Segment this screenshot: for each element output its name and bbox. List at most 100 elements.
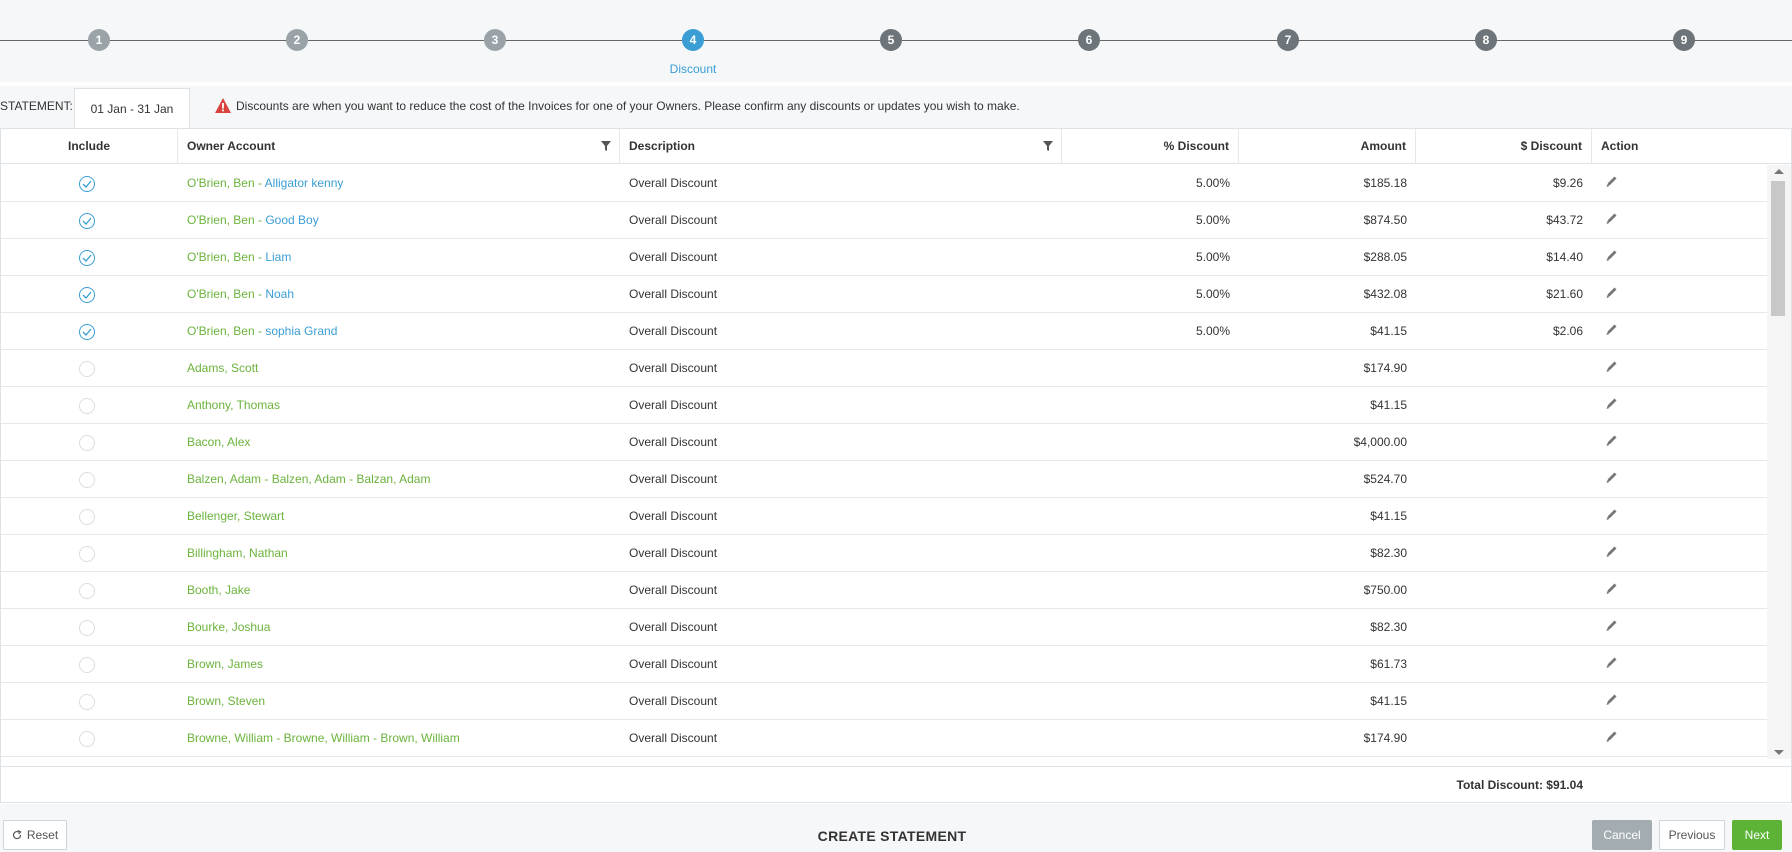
owner-name: Billingham, Nathan [187, 546, 288, 560]
owner-name: Brown, Steven [187, 694, 266, 708]
scroll-down-icon[interactable] [1774, 750, 1784, 755]
check-icon [82, 254, 92, 262]
include-checkbox[interactable] [79, 583, 95, 599]
pencil-icon[interactable] [1605, 212, 1618, 225]
pct-discount-cell: 5.00% [1195, 213, 1230, 227]
pct-discount-cell [1062, 461, 1239, 498]
pencil-icon[interactable] [1605, 397, 1618, 410]
pct-discount-cell [1062, 387, 1239, 424]
col-amount[interactable]: Amount [1239, 129, 1416, 164]
scrollbar-thumb[interactable] [1771, 181, 1785, 316]
col-owner-account[interactable]: Owner Account [178, 129, 620, 164]
owner-account-link[interactable]: Brown, Steven [178, 683, 620, 720]
pet-name: Alligator kenny [264, 176, 344, 190]
pencil-icon[interactable] [1605, 360, 1618, 373]
col-usd-discount[interactable]: $ Discount [1416, 129, 1592, 164]
include-checkbox[interactable] [79, 620, 95, 636]
pencil-icon[interactable] [1605, 175, 1618, 188]
pencil-icon[interactable] [1605, 508, 1618, 521]
scroll-up-icon[interactable] [1774, 169, 1784, 174]
include-checkbox[interactable] [79, 213, 95, 229]
include-checkbox[interactable] [79, 250, 95, 266]
previous-button[interactable]: Previous [1659, 820, 1725, 850]
include-checkbox[interactable] [79, 657, 95, 673]
owner-account-link[interactable]: Billingham, Nathan [178, 535, 620, 572]
owner-account-link[interactable]: O'Brien, Ben - Alligator kenny [178, 165, 620, 202]
owner-account-link[interactable]: O'Brien, Ben - sophia Grand [178, 313, 620, 350]
page-title: CREATE STATEMENT [817, 828, 967, 844]
include-checkbox[interactable] [79, 546, 95, 562]
include-checkbox[interactable] [79, 472, 95, 488]
owner-account-link[interactable]: Bourke, Joshua [178, 609, 620, 646]
col-pct-discount[interactable]: % Discount [1062, 129, 1239, 164]
include-checkbox[interactable] [79, 509, 95, 525]
cancel-button[interactable]: Cancel [1592, 820, 1652, 850]
usd-discount-cell [1416, 350, 1592, 387]
wizard-stepper: 1 2 3 4 5 6 7 8 9 Discount [0, 0, 1792, 82]
table-row: O'Brien, Ben - Liam Overall Discount 5.00%… [1, 239, 1767, 276]
table-row: O'Brien, Ben - Noah Overall Discount 5.00%… [1, 276, 1767, 313]
step-2[interactable]: 2 [286, 29, 308, 51]
step-3[interactable]: 3 [484, 29, 506, 51]
pct-discount-cell [1062, 609, 1239, 646]
usd-discount-cell: $2.06 [1552, 324, 1583, 338]
owner-account-link[interactable]: Adams, Scott [178, 350, 620, 387]
table-scrollbar[interactable] [1767, 165, 1791, 759]
pencil-icon[interactable] [1605, 434, 1618, 447]
include-checkbox[interactable] [79, 176, 95, 192]
pencil-icon[interactable] [1605, 286, 1618, 299]
owner-account-link[interactable]: O'Brien, Ben - Noah [178, 276, 620, 313]
owner-account-link[interactable]: Balzen, Adam - Balzen, Adam - Balzan, Ad… [178, 461, 620, 498]
table-row: Bellenger, Stewart Overall Discount $41.15 [1, 498, 1767, 535]
step-7[interactable]: 7 [1277, 29, 1299, 51]
include-checkbox[interactable] [79, 324, 95, 340]
step-4[interactable]: 4 [682, 29, 704, 51]
table-footer: Total Discount: $91.04 [1, 766, 1791, 803]
warning-text: Discounts are when you want to reduce th… [236, 98, 1020, 113]
pencil-icon[interactable] [1605, 323, 1618, 336]
filter-icon[interactable] [1043, 141, 1053, 151]
statement-period-tab[interactable]: 01 Jan - 31 Jan [74, 88, 190, 128]
include-checkbox[interactable] [79, 361, 95, 377]
owner-account-link[interactable]: Bacon, Alex [178, 424, 620, 461]
owner-account-link[interactable]: Bellenger, Stewart [178, 498, 620, 535]
include-checkbox[interactable] [79, 731, 95, 747]
step-5[interactable]: 5 [880, 29, 902, 51]
table-row: Adams, Scott Overall Discount $174.90 [1, 350, 1767, 387]
owner-account-link[interactable]: Brown, James [178, 646, 620, 683]
col-include[interactable]: Include [1, 129, 178, 164]
step-9[interactable]: 9 [1673, 29, 1695, 51]
owner-name: O'Brien, Ben - [187, 213, 266, 227]
usd-discount-cell [1416, 461, 1592, 498]
col-description[interactable]: Description [620, 129, 1062, 164]
pencil-icon[interactable] [1605, 582, 1618, 595]
description-cell: Overall Discount [629, 361, 718, 375]
step-1[interactable]: 1 [88, 29, 110, 51]
next-button[interactable]: Next [1732, 820, 1782, 850]
filter-icon[interactable] [601, 141, 611, 151]
description-cell: Overall Discount [629, 176, 718, 190]
owner-account-link[interactable]: O'Brien, Ben - Liam [178, 239, 620, 276]
include-checkbox[interactable] [79, 287, 95, 303]
pencil-icon[interactable] [1605, 249, 1618, 262]
table-body: O'Brien, Ben - Alligator kenny Overall Di… [1, 165, 1767, 759]
owner-account-link[interactable]: O'Brien, Ben - Good Boy [178, 202, 620, 239]
usd-discount-cell [1416, 535, 1592, 572]
owner-account-link[interactable]: Booth, Jake [178, 572, 620, 609]
pencil-icon[interactable] [1605, 545, 1618, 558]
step-6[interactable]: 6 [1078, 29, 1100, 51]
table-header: Include Owner Account Description % Disc… [1, 129, 1791, 164]
usd-discount-cell [1416, 720, 1592, 757]
include-checkbox[interactable] [79, 694, 95, 710]
usd-discount-cell: $43.72 [1546, 213, 1583, 227]
owner-account-link[interactable]: Anthony, Thomas [178, 387, 620, 424]
pencil-icon[interactable] [1605, 693, 1618, 706]
pencil-icon[interactable] [1605, 619, 1618, 632]
pencil-icon[interactable] [1605, 471, 1618, 484]
include-checkbox[interactable] [79, 398, 95, 414]
step-8[interactable]: 8 [1475, 29, 1497, 51]
owner-account-link[interactable]: Browne, William - Browne, William - Brow… [178, 720, 620, 757]
pencil-icon[interactable] [1605, 730, 1618, 743]
include-checkbox[interactable] [79, 435, 95, 451]
pencil-icon[interactable] [1605, 656, 1618, 669]
